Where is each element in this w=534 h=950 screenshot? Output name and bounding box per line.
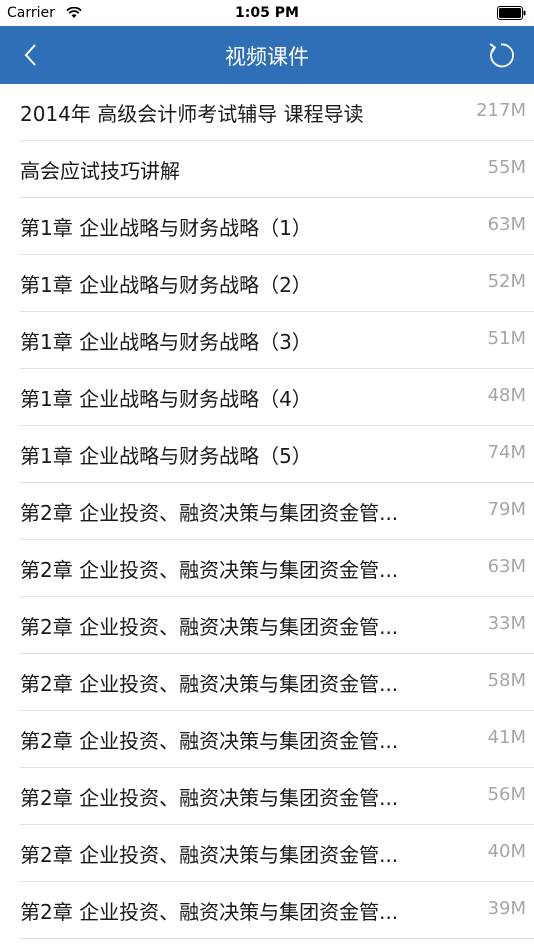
list-item[interactable]: 第1章 企业战略与财务战略（3） 51M — [20, 312, 534, 369]
nav-bar: 视频课件 — [0, 26, 534, 84]
item-title: 第2章 企业投资、融资决策与集团资金管... — [20, 672, 399, 696]
refresh-icon — [489, 43, 514, 68]
item-title: 第1章 企业战略与财务战略（2） — [20, 273, 312, 297]
item-title: 第1章 企业战略与财务战略（4） — [20, 387, 312, 411]
item-title: 第2章 企业投资、融资决策与集团资金管... — [20, 501, 399, 525]
list-item[interactable]: 第2章 企业投资、融资决策与集团资金管... 41M — [20, 711, 534, 768]
list-item[interactable]: 第2章 企业投资、融资决策与集团资金管... 33M — [20, 597, 534, 654]
refresh-button[interactable] — [484, 39, 516, 71]
item-size: 56M — [487, 784, 526, 805]
list-item[interactable]: 第1章 企业战略与财务战略（2） 52M — [20, 255, 534, 312]
list-item[interactable]: 第2章 企业投资、融资决策与集团资金管... 63M — [20, 540, 534, 597]
list-item[interactable]: 第1章 企业战略与财务战略（1） 63M — [20, 198, 534, 255]
status-time: 1:05 PM — [235, 5, 299, 21]
item-size: 74M — [487, 442, 526, 463]
item-title: 第1章 企业战略与财务战略（5） — [20, 444, 312, 468]
list-item[interactable]: 第1章 企业战略与财务战略（4） 48M — [20, 369, 534, 426]
course-list: 2014年 高级会计师考试辅导 课程导读 217M 高会应试技巧讲解 55M 第… — [0, 84, 534, 939]
item-title: 第2章 企业投资、融资决策与集团资金管... — [20, 900, 399, 924]
list-item[interactable]: 2014年 高级会计师考试辅导 课程导读 217M — [20, 84, 534, 141]
item-title: 第1章 企业战略与财务战略（3） — [20, 330, 312, 354]
item-size: 33M — [487, 613, 526, 634]
item-title: 第2章 企业投资、融资决策与集团资金管... — [20, 615, 399, 639]
item-size: 48M — [487, 385, 526, 406]
list-item[interactable]: 第2章 企业投资、融资决策与集团资金管... 79M — [20, 483, 534, 540]
item-size: 58M — [487, 670, 526, 691]
item-title: 第2章 企业投资、融资决策与集团资金管... — [20, 729, 399, 753]
item-title: 第2章 企业投资、融资决策与集团资金管... — [20, 558, 399, 582]
item-size: 40M — [487, 841, 526, 862]
item-title: 第1章 企业战略与财务战略（1） — [20, 216, 312, 240]
item-size: 51M — [487, 328, 526, 349]
page-title: 视频课件 — [225, 45, 309, 69]
list-item[interactable]: 高会应试技巧讲解 55M — [20, 141, 534, 198]
item-size: 63M — [487, 556, 526, 577]
item-size: 55M — [487, 157, 526, 178]
battery-icon — [497, 6, 527, 24]
item-size: 63M — [487, 214, 526, 235]
item-title: 第2章 企业投资、融资决策与集团资金管... — [20, 843, 399, 867]
item-size: 39M — [487, 898, 526, 919]
status-bar: Carrier 1:05 PM — [0, 0, 534, 26]
item-title: 第2章 企业投资、融资决策与集团资金管... — [20, 786, 399, 810]
list-item[interactable]: 第2章 企业投资、融资决策与集团资金管... 56M — [20, 768, 534, 825]
item-size: 52M — [487, 271, 526, 292]
item-title: 2014年 高级会计师考试辅导 课程导读 — [20, 102, 364, 126]
list-item[interactable]: 第1章 企业战略与财务战略（5） 74M — [20, 426, 534, 483]
item-size: 217M — [476, 100, 526, 121]
list-item[interactable]: 第2章 企业投资、融资决策与集团资金管... 39M — [20, 882, 534, 939]
item-size: 79M — [487, 499, 526, 520]
list-item[interactable]: 第2章 企业投资、融资决策与集团资金管... 40M — [20, 825, 534, 882]
item-title: 高会应试技巧讲解 — [20, 159, 180, 183]
list-item[interactable]: 第2章 企业投资、融资决策与集团资金管... 58M — [20, 654, 534, 711]
item-size: 41M — [487, 727, 526, 748]
